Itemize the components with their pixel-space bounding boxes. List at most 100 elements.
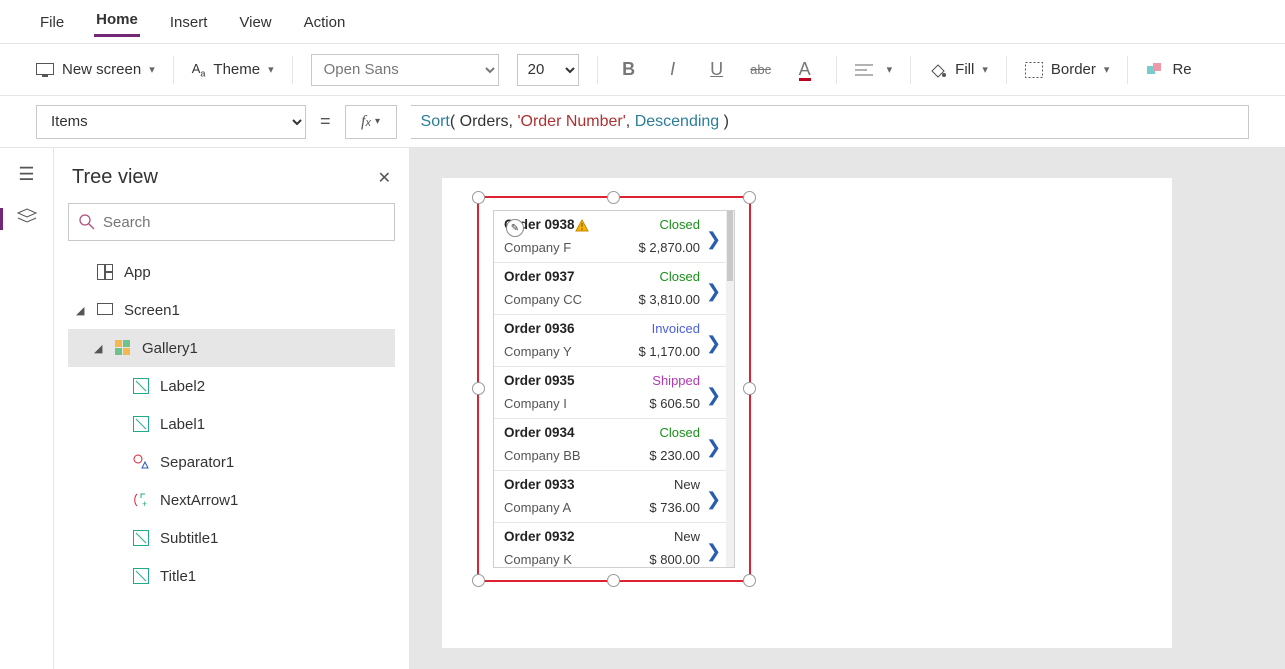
order-status: Shipped <box>649 373 700 389</box>
menu-view[interactable]: View <box>237 12 273 37</box>
resize-handle[interactable] <box>743 382 756 395</box>
order-row[interactable]: Order 0935Shipped❯Company I$ 606.50 <box>494 367 734 419</box>
tree-item-nextarrow1[interactable]: + NextArrow1 <box>68 481 395 519</box>
tree-view-rail-button[interactable] <box>16 207 38 225</box>
order-company: Company K <box>504 552 643 568</box>
fx-button[interactable]: fx ▾ <box>345 105 397 139</box>
order-amount: $ 3,810.00 <box>639 292 700 307</box>
resize-handle[interactable] <box>607 191 620 204</box>
edit-template-icon[interactable]: ✎ <box>506 219 524 237</box>
tree-item-label: Label2 <box>160 378 205 395</box>
reorder-button[interactable]: Re <box>1146 61 1191 78</box>
app-icon <box>96 263 114 281</box>
underline-button[interactable]: U <box>704 59 730 80</box>
order-title: Order 0932 <box>504 529 643 545</box>
label-icon <box>132 377 150 395</box>
fill-button[interactable]: Fill ▾ <box>929 61 988 78</box>
gallery-preview: ✎ Order 0938Closed❯Company F$ 2,870.00Or… <box>493 210 735 568</box>
tree-item-label2[interactable]: Label2 <box>68 367 395 405</box>
menu-action[interactable]: Action <box>302 12 348 37</box>
screen-icon <box>96 301 114 319</box>
border-button[interactable]: Border ▾ <box>1025 61 1110 78</box>
close-icon[interactable]: ✕ <box>378 168 391 188</box>
resize-handle[interactable] <box>743 574 756 587</box>
menu-bar: File Home Insert View Action <box>0 0 1285 44</box>
italic-button[interactable]: I <box>660 59 686 80</box>
order-row[interactable]: Order 0932New❯Company K$ 800.00 <box>494 523 734 568</box>
formula-input[interactable]: Sort( Orders, 'Order Number', Descending… <box>411 105 1249 139</box>
border-icon <box>1025 62 1043 78</box>
order-amount: $ 736.00 <box>649 500 700 515</box>
tree-item-label1[interactable]: Label1 <box>68 405 395 443</box>
new-screen-icon <box>36 63 54 77</box>
bold-button[interactable]: B <box>616 59 642 80</box>
order-status: Closed <box>649 425 700 441</box>
svg-text:+: + <box>142 499 147 508</box>
gallery-selection[interactable]: ✎ Order 0938Closed❯Company F$ 2,870.00Or… <box>477 196 751 582</box>
resize-handle[interactable] <box>472 191 485 204</box>
tree-search-input[interactable] <box>103 214 384 231</box>
order-amount: $ 230.00 <box>649 448 700 463</box>
chevron-right-icon[interactable]: ❯ <box>706 229 724 250</box>
chevron-down-icon: ▾ <box>149 63 155 76</box>
canvas[interactable]: ✎ Order 0938Closed❯Company F$ 2,870.00Or… <box>410 148 1285 669</box>
tree-item-label: Title1 <box>160 568 196 585</box>
resize-handle[interactable] <box>743 191 756 204</box>
font-family-select[interactable]: Open Sans <box>311 54 499 86</box>
menu-file[interactable]: File <box>38 12 66 37</box>
left-rail: ☰ <box>0 148 54 669</box>
tree-item-label: NextArrow1 <box>160 492 238 509</box>
order-row[interactable]: Order 0936Invoiced❯Company Y$ 1,170.00 <box>494 315 734 367</box>
tree-item-gallery1[interactable]: ◢ Gallery1 <box>68 329 395 367</box>
tree-item-screen1[interactable]: ◢ Screen1 <box>68 291 395 329</box>
tree-item-separator1[interactable]: Separator1 <box>68 443 395 481</box>
font-size-select[interactable]: 20 <box>517 54 579 86</box>
chevron-right-icon[interactable]: ❯ <box>706 385 724 406</box>
order-row[interactable]: Order 0933New❯Company A$ 736.00 <box>494 471 734 523</box>
theme-button[interactable]: Aa Theme ▾ <box>192 61 274 79</box>
tree-item-app[interactable]: App <box>68 253 395 291</box>
scrollbar-thumb[interactable] <box>727 211 733 281</box>
order-row[interactable]: Order 0934Closed❯Company BB$ 230.00 <box>494 419 734 471</box>
strike-button[interactable]: abc <box>748 62 774 77</box>
label-icon <box>132 529 150 547</box>
tree-item-label: App <box>124 264 151 281</box>
order-row[interactable]: Order 0937Closed❯Company CC$ 3,810.00 <box>494 263 734 315</box>
separator <box>910 56 911 84</box>
tree-view-title: Tree view <box>72 166 158 189</box>
caret-icon[interactable]: ◢ <box>76 304 86 317</box>
new-screen-button[interactable]: New screen ▾ <box>36 61 155 78</box>
chevron-right-icon[interactable]: ❯ <box>706 333 724 354</box>
new-screen-label: New screen <box>62 61 141 78</box>
hamburger-icon[interactable]: ☰ <box>18 164 34 185</box>
chevron-right-icon[interactable]: ❯ <box>706 437 724 458</box>
separator <box>292 56 293 84</box>
menu-home[interactable]: Home <box>94 9 140 37</box>
tree-item-title1[interactable]: Title1 <box>68 557 395 595</box>
tree-item-subtitle1[interactable]: Subtitle1 <box>68 519 395 557</box>
resize-handle[interactable] <box>472 382 485 395</box>
order-row[interactable]: Order 0938Closed❯Company F$ 2,870.00 <box>494 211 734 263</box>
tree-item-label: Screen1 <box>124 302 180 319</box>
caret-icon[interactable]: ◢ <box>94 342 104 355</box>
chevron-right-icon[interactable]: ❯ <box>706 281 724 302</box>
order-amount: $ 2,870.00 <box>639 240 700 255</box>
equals-sign: = <box>320 111 331 132</box>
tree-search[interactable] <box>68 203 395 241</box>
resize-handle[interactable] <box>607 574 620 587</box>
separator <box>836 56 837 84</box>
chevron-right-icon[interactable]: ❯ <box>706 541 724 562</box>
rail-active-indicator <box>0 208 3 230</box>
resize-handle[interactable] <box>472 574 485 587</box>
font-color-button[interactable]: A <box>792 59 818 81</box>
chevron-down-icon: ▾ <box>887 63 893 76</box>
chevron-down-icon: ▾ <box>1104 63 1110 76</box>
tree-item-label: Label1 <box>160 416 205 433</box>
chevron-down-icon: ▾ <box>375 116 380 127</box>
property-select[interactable]: Items <box>36 105 306 139</box>
scrollbar[interactable] <box>726 211 734 567</box>
theme-label: Theme <box>213 61 260 78</box>
chevron-right-icon[interactable]: ❯ <box>706 489 724 510</box>
align-button[interactable] <box>855 63 881 77</box>
menu-insert[interactable]: Insert <box>168 12 210 37</box>
